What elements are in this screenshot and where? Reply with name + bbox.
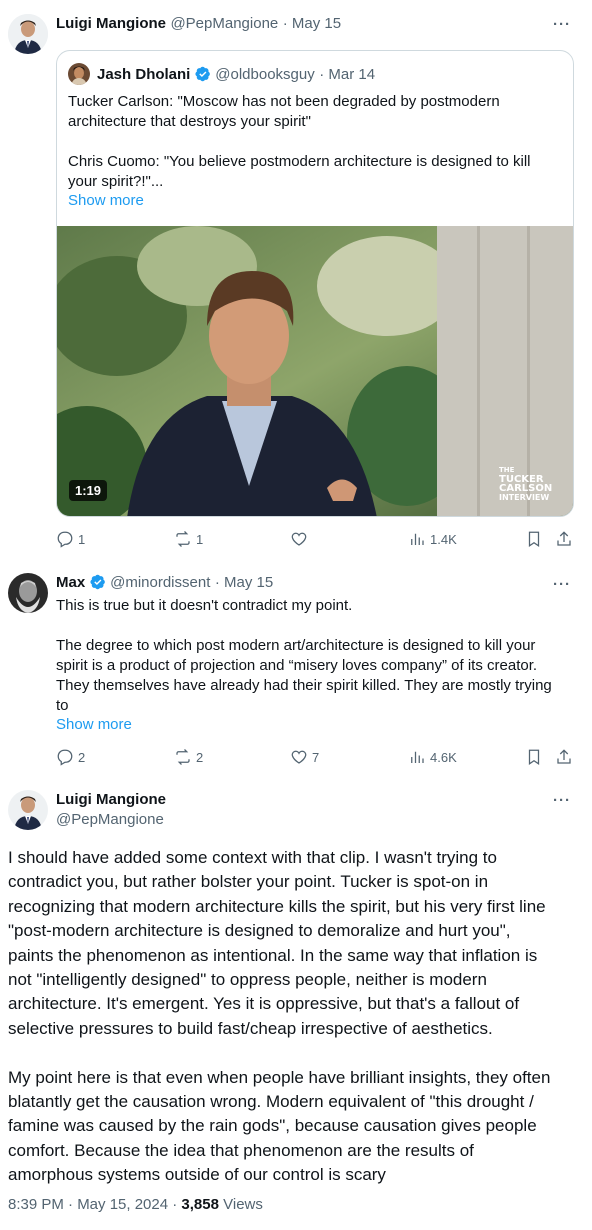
watermark-line-4: INTERVIEW bbox=[499, 493, 550, 502]
body-line: architecture. It's emergent. Yes it is o… bbox=[8, 994, 520, 1014]
tweet-date[interactable]: · May 15 bbox=[283, 15, 341, 32]
bookmark-icon bbox=[528, 749, 540, 765]
quote-text-line-3: Chris Cuomo: "You believe postmodern arc… bbox=[68, 153, 531, 170]
quote-show-more-link[interactable]: Show more bbox=[68, 192, 144, 209]
body-line: My point here is that even when people h… bbox=[8, 1067, 551, 1087]
repost-count: 2 bbox=[196, 749, 204, 765]
views-label: Views bbox=[218, 1196, 263, 1213]
reply-button[interactable]: 2 bbox=[56, 748, 85, 766]
body-line: comfort. Because the idea that phenomeno… bbox=[8, 1140, 474, 1160]
author-name[interactable]: Max bbox=[56, 574, 85, 591]
like-button[interactable]: 7 bbox=[290, 748, 319, 766]
reply-button[interactable]: 1 bbox=[56, 530, 85, 548]
heart-icon bbox=[291, 532, 307, 546]
repost-icon bbox=[176, 531, 190, 547]
author-handle[interactable]: @PepMangione bbox=[170, 15, 278, 32]
repost-button[interactable]: 1 bbox=[174, 530, 203, 548]
more-options-icon[interactable]: ··· bbox=[553, 792, 571, 809]
author-handle[interactable]: @PepMangione bbox=[56, 811, 164, 828]
tweet2-header: Max @minordissent · May 15 bbox=[56, 574, 273, 592]
video-player[interactable]: 1:19 THE TUCKER CARLSON INTERVIEW bbox=[57, 226, 573, 516]
views-count: 1.4K bbox=[430, 531, 457, 547]
video-thumbnail bbox=[57, 226, 573, 516]
verified-badge-icon bbox=[195, 66, 210, 82]
watermark-line-3: CARLSON bbox=[499, 483, 553, 494]
like-count: 7 bbox=[312, 749, 320, 765]
quote-date[interactable]: · Mar 14 bbox=[319, 66, 375, 83]
tweet3-body: I should have added some context with th… bbox=[8, 846, 588, 1188]
tweet2-line-3: spirit is a product of projection and “m… bbox=[56, 657, 538, 674]
like-button[interactable] bbox=[290, 530, 312, 548]
share-icon bbox=[557, 749, 571, 764]
body-line: paints the phenomenon as intentional. In… bbox=[8, 945, 538, 965]
bookmark-button[interactable] bbox=[525, 748, 543, 766]
tweet2-line-1: This is true but it doesn't contradict m… bbox=[56, 597, 353, 614]
body-line: blatantly get the causation wrong. Moder… bbox=[8, 1092, 534, 1112]
repost-count: 1 bbox=[196, 531, 204, 547]
avatar-luigi[interactable] bbox=[8, 14, 48, 54]
repost-button[interactable]: 2 bbox=[174, 748, 203, 766]
body-line: recognizing that modern architecture kil… bbox=[8, 896, 546, 916]
more-options-icon[interactable]: ··· bbox=[553, 16, 571, 33]
timestamp[interactable]: 8:39 PM · May 15, 2024 · bbox=[8, 1196, 181, 1213]
body-line: contradict you, but rather bolster your … bbox=[8, 872, 489, 892]
body-line: not "intelligently designed" to oppress … bbox=[8, 970, 487, 990]
reply-count: 1 bbox=[78, 531, 86, 547]
reply-count: 2 bbox=[78, 749, 86, 765]
share-button[interactable] bbox=[555, 748, 573, 766]
tweet2-line-4: They themselves have already had their s… bbox=[56, 677, 552, 694]
tucker-interview-watermark: THE TUCKER CARLSON INTERVIEW bbox=[499, 466, 552, 502]
quote-text-line-1: Tucker Carlson: "Moscow has not been deg… bbox=[68, 93, 500, 110]
reply-icon bbox=[57, 531, 73, 548]
body-line: amorphous systems outside of our control… bbox=[8, 1165, 386, 1185]
views-chart-icon bbox=[411, 533, 424, 545]
repost-icon bbox=[176, 749, 190, 765]
heart-icon bbox=[291, 750, 307, 764]
body-line: famine was caused by the rain gods", bec… bbox=[8, 1116, 537, 1136]
views-button[interactable]: 4.6K bbox=[408, 748, 457, 766]
share-button[interactable] bbox=[555, 530, 573, 548]
body-line: "post-modern architecture is designed to… bbox=[8, 921, 511, 941]
views-count: 3,858 bbox=[181, 1196, 219, 1213]
avatar-max[interactable] bbox=[8, 573, 48, 613]
tweet-meta: 8:39 PM · May 15, 2024 · 3,858 Views bbox=[8, 1196, 263, 1213]
tweet-date[interactable]: · May 15 bbox=[215, 574, 273, 591]
views-count: 4.6K bbox=[430, 749, 457, 765]
quoted-tweet-card[interactable]: Jash Dholani @oldbooksguy · Mar 14 Tucke… bbox=[56, 50, 574, 517]
body-line: selective pressures to build fast/cheap … bbox=[8, 1018, 493, 1038]
quote-text-line-2: architecture that destroys your spirit" bbox=[68, 113, 311, 130]
quote-header: Jash Dholani @oldbooksguy · Mar 14 bbox=[97, 66, 375, 84]
views-chart-icon bbox=[411, 751, 424, 763]
tweet2-show-more-link[interactable]: Show more bbox=[56, 716, 132, 733]
bookmark-button[interactable] bbox=[525, 530, 543, 548]
quote-text-line-4: your spirit?!"... bbox=[68, 173, 164, 190]
video-duration: 1:19 bbox=[75, 483, 102, 498]
more-options-icon[interactable]: ··· bbox=[553, 576, 571, 593]
author-handle[interactable]: @minordissent bbox=[110, 574, 210, 591]
tweet2-line-5: to bbox=[56, 697, 69, 714]
quote-author-handle[interactable]: @oldbooksguy bbox=[215, 66, 314, 83]
verified-badge-icon bbox=[90, 574, 105, 590]
bookmark-icon bbox=[528, 531, 540, 547]
tweet2-line-2: The degree to which post modern art/arch… bbox=[56, 637, 536, 654]
author-name[interactable]: Luigi Mangione bbox=[56, 15, 166, 32]
avatar-luigi[interactable] bbox=[8, 790, 48, 830]
share-icon bbox=[557, 531, 571, 546]
avatar-jash[interactable] bbox=[68, 63, 90, 85]
video-duration-badge: 1:19 bbox=[69, 480, 108, 501]
quote-author-name[interactable]: Jash Dholani bbox=[97, 66, 190, 83]
tweet1-header: Luigi Mangione @PepMangione · May 15 bbox=[56, 15, 341, 33]
body-line: I should have added some context with th… bbox=[8, 848, 497, 867]
views-button[interactable]: 1.4K bbox=[408, 530, 457, 548]
reply-icon bbox=[57, 749, 73, 766]
author-name[interactable]: Luigi Mangione bbox=[56, 791, 166, 808]
